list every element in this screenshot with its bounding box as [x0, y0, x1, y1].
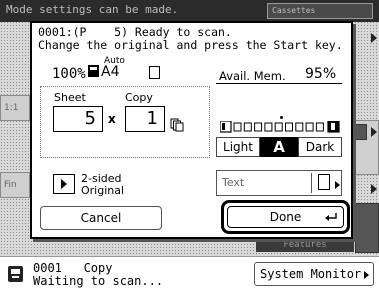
chevron-right-icon	[335, 181, 340, 189]
times-sign: x	[108, 112, 116, 126]
density-cell	[295, 122, 304, 132]
background-right-dark-tab	[355, 124, 367, 140]
copy-label: Copy	[125, 91, 153, 104]
background-right-arrow-icon	[371, 127, 377, 137]
density-cell	[254, 122, 263, 132]
background-right-arrow-top-icon	[371, 33, 377, 43]
system-monitor-button[interactable]: System Monitor	[254, 262, 374, 286]
density-cell	[233, 122, 242, 132]
status-state-line: Waiting to scan...	[33, 274, 164, 288]
two-sided-label-line2: Original	[81, 184, 125, 197]
message-line-2: Change the original and press the Start …	[38, 38, 343, 52]
density-level-indicator	[280, 116, 283, 119]
system-monitor-label: System Monitor	[260, 267, 362, 281]
background-topbar: Mode settings can be made. Cassettes	[0, 0, 379, 22]
paper-icon	[88, 65, 99, 77]
chevron-right-icon	[364, 271, 369, 279]
enter-icon	[325, 213, 337, 221]
original-type-divider	[311, 173, 312, 193]
density-cell	[305, 122, 314, 132]
density-dark-button[interactable]: Dark	[298, 137, 342, 157]
background-top-box: Cassettes	[267, 3, 373, 19]
background-right-dark-block	[355, 203, 379, 253]
background-right-arrow-mid-icon	[371, 184, 377, 194]
background-left-button-2: Fin	[0, 172, 30, 198]
background-left-button-1: 1:1	[0, 95, 30, 121]
density-cell	[285, 122, 293, 132]
density-cell	[274, 122, 283, 132]
sheet-label: Sheet	[54, 91, 86, 104]
density-auto-button[interactable]: A	[260, 137, 298, 157]
avail-mem-divider	[216, 83, 342, 84]
density-cell	[264, 122, 273, 132]
background-top-message: Mode settings can be made.	[6, 3, 179, 16]
avail-mem-value: 95%	[305, 66, 337, 82]
document-icon	[318, 174, 330, 190]
portrait-orientation-icon	[149, 66, 160, 79]
density-cell	[243, 122, 252, 132]
copy-ratio: 100%	[52, 66, 86, 82]
two-sided-original-button[interactable]	[53, 174, 75, 194]
avail-mem-label: Avail. Mem.	[219, 69, 286, 83]
cancel-button[interactable]: Cancel	[40, 206, 162, 230]
copy-count-field[interactable]: 1	[125, 106, 165, 132]
original-type-label: Text	[222, 176, 245, 189]
sorter-stack-icon	[170, 118, 184, 132]
sheet-count-field[interactable]: 5	[53, 106, 103, 132]
background-features-label: Features	[256, 238, 354, 252]
density-cell	[315, 122, 324, 132]
density-scale	[220, 121, 340, 133]
density-light-button[interactable]: Light	[216, 137, 260, 157]
printer-icon[interactable]	[8, 266, 23, 282]
paper-size: A4	[101, 64, 120, 80]
